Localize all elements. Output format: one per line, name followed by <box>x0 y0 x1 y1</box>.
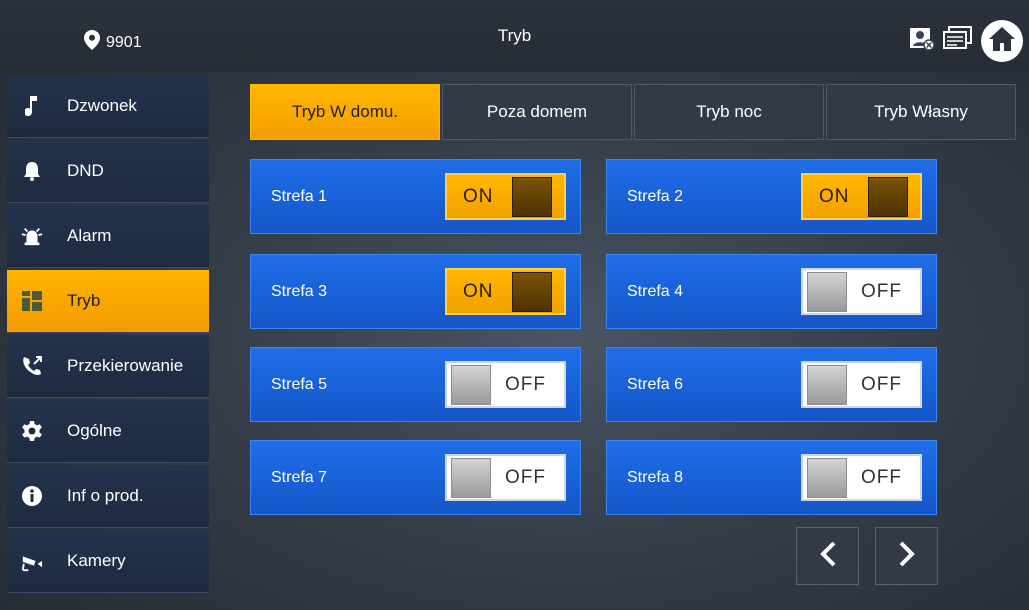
toggle-knob <box>807 457 847 498</box>
sidebar-item-label: Inf o prod. <box>67 486 144 505</box>
tab-tryb-wlasny[interactable]: Tryb Własny <box>826 84 1016 140</box>
next-page-button[interactable] <box>875 527 938 585</box>
zone-label: Strefa 7 <box>271 468 328 486</box>
zone-card: Strefa 3 ON <box>250 254 581 329</box>
zone-card: Strefa 2 ON <box>606 159 937 234</box>
zone-toggle[interactable]: OFF <box>445 361 566 408</box>
page-title: Tryb <box>497 26 532 45</box>
home-icon <box>988 26 1016 57</box>
chevron-left-icon <box>819 541 837 572</box>
tab-tryb-w-domu[interactable]: Tryb W domu. <box>250 84 440 140</box>
gear-icon <box>21 420 43 442</box>
sidebar-item-dzwonek[interactable]: Dzwonek <box>7 75 209 138</box>
call-forward-icon <box>21 355 43 377</box>
zone-label: Strefa 2 <box>627 187 684 205</box>
toggle-knob <box>451 364 491 405</box>
toggle-state: ON <box>463 280 494 302</box>
sidebar-item-kamery[interactable]: Kamery <box>7 530 209 593</box>
sidebar-item-label: Dzwonek <box>67 96 137 115</box>
mode-tabs: Tryb W domu. Poza domem Tryb noc Tryb Wł… <box>250 84 1016 140</box>
sidebar-item-label: Ogólne <box>67 421 122 440</box>
zone-toggle[interactable]: OFF <box>801 268 922 315</box>
tab-poza-domem[interactable]: Poza domem <box>442 84 632 140</box>
music-note-icon <box>21 95 43 117</box>
sidebar-item-label: DND <box>67 161 104 180</box>
toggle-knob <box>807 271 847 312</box>
sidebar-item-label: Alarm <box>67 226 112 245</box>
zone-card: Strefa 5 OFF <box>250 347 581 422</box>
toggle-state: OFF <box>505 466 546 488</box>
zone-card: Strefa 6 OFF <box>606 347 937 422</box>
sidebar-item-dnd[interactable]: DND <box>7 140 209 203</box>
toggle-state: OFF <box>861 280 902 302</box>
toggle-knob <box>451 457 491 498</box>
sidebar-item-przekierowanie[interactable]: Przekierowanie <box>7 335 209 398</box>
zone-label: Strefa 5 <box>271 375 328 393</box>
zone-label: Strefa 8 <box>627 468 684 486</box>
zone-label: Strefa 1 <box>271 187 328 205</box>
toggle-state: ON <box>463 185 494 207</box>
zone-toggle[interactable]: ON <box>445 173 566 220</box>
toggle-knob <box>511 271 552 312</box>
zone-toggle[interactable]: OFF <box>801 361 922 408</box>
zone-toggle[interactable]: ON <box>445 268 566 315</box>
toggle-knob <box>867 176 908 217</box>
mode-grid-icon <box>21 290 43 312</box>
zone-card: Strefa 4 OFF <box>606 254 937 329</box>
zone-label: Strefa 6 <box>627 375 684 393</box>
sidebar-item-info[interactable]: Inf o prod. <box>7 465 209 528</box>
zone-card: Strefa 8 OFF <box>606 440 937 515</box>
tab-tryb-noc[interactable]: Tryb noc <box>634 84 824 140</box>
alarm-siren-icon <box>21 225 43 247</box>
sidebar-item-label: Kamery <box>67 551 126 570</box>
message-icon[interactable] <box>943 25 973 57</box>
prev-page-button[interactable] <box>796 527 859 585</box>
toggle-state: OFF <box>505 373 546 395</box>
zone-toggle[interactable]: OFF <box>445 454 566 501</box>
top-bar: 9901 Tryb <box>0 0 1029 72</box>
zone-card: Strefa 7 OFF <box>250 440 581 515</box>
sidebar-item-tryb[interactable]: Tryb <box>7 270 209 333</box>
home-button[interactable] <box>981 20 1023 62</box>
sidebar-item-label: Przekierowanie <box>67 356 184 375</box>
bell-icon <box>21 160 43 182</box>
contact-card-icon[interactable] <box>909 27 935 56</box>
zone-toggle[interactable]: OFF <box>801 454 922 501</box>
toggle-state: ON <box>819 185 850 207</box>
toggle-state: OFF <box>861 373 902 395</box>
zone-label: Strefa 3 <box>271 282 328 300</box>
toggle-knob <box>511 176 552 217</box>
info-icon <box>21 485 43 507</box>
toggle-knob <box>807 364 847 405</box>
sidebar-item-ogolne[interactable]: Ogólne <box>7 400 209 463</box>
zone-toggle[interactable]: ON <box>801 173 922 220</box>
toggle-state: OFF <box>861 466 902 488</box>
zone-label: Strefa 4 <box>627 282 684 300</box>
zone-card: Strefa 1 ON <box>250 159 581 234</box>
camera-icon <box>21 550 43 572</box>
sidebar-item-label: Tryb <box>67 291 101 310</box>
chevron-right-icon <box>898 541 916 572</box>
sidebar: Dzwonek DND Alarm Tryb Przekierowanie Og… <box>7 75 209 595</box>
sidebar-item-alarm[interactable]: Alarm <box>7 205 209 268</box>
